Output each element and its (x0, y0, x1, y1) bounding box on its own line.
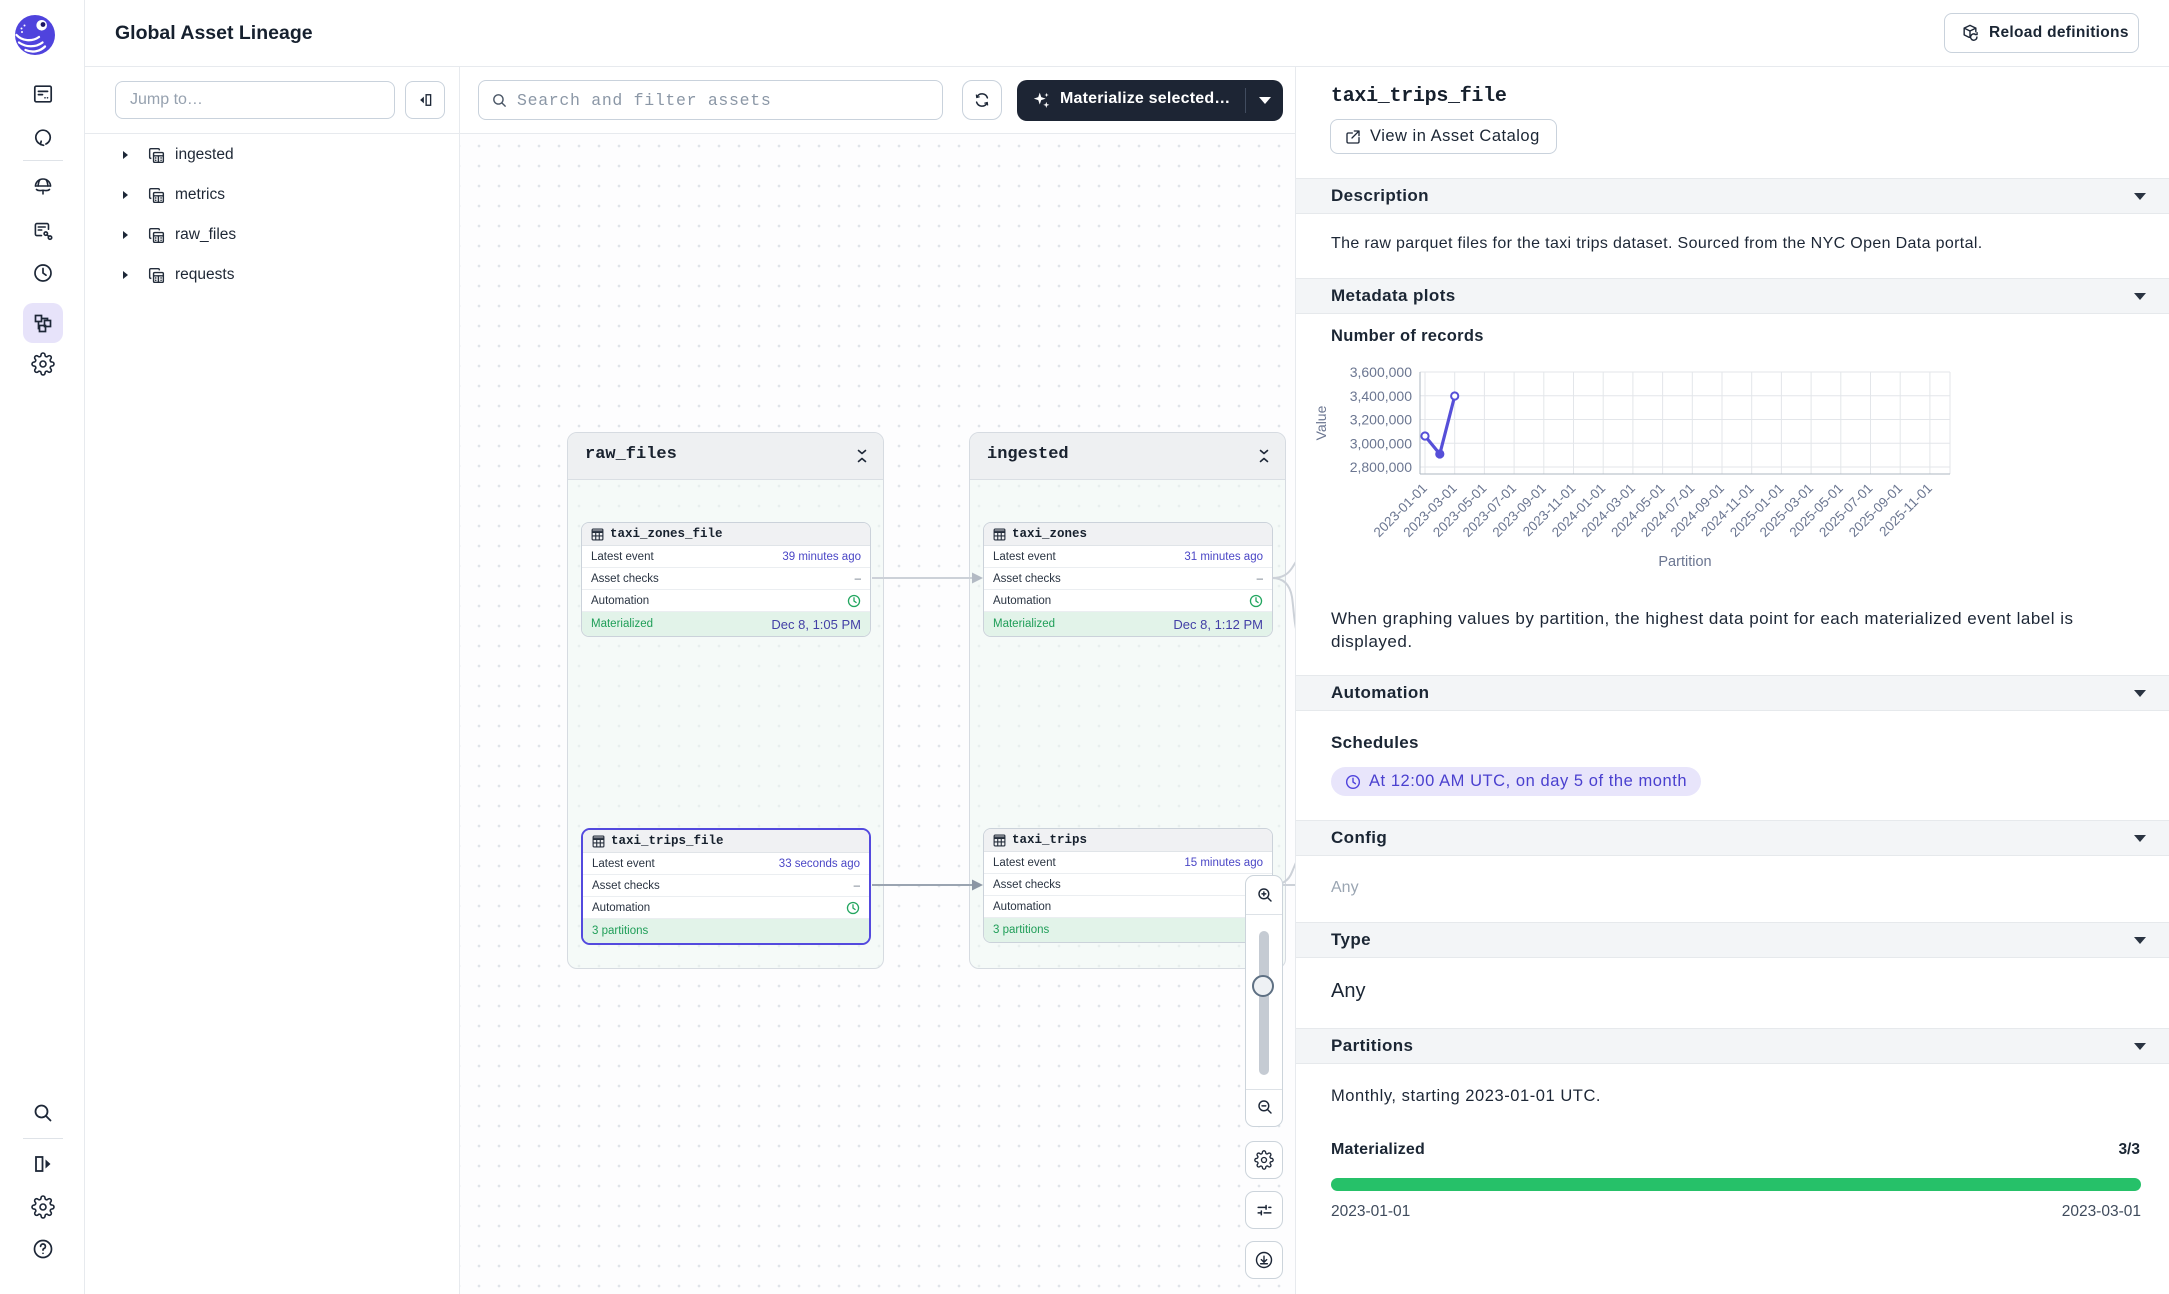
svg-text:Value: Value (1313, 405, 1329, 440)
svg-text:3,000,000: 3,000,000 (1350, 435, 1412, 451)
svg-text:3,400,000: 3,400,000 (1350, 388, 1412, 404)
svg-text:3,200,000: 3,200,000 (1350, 412, 1412, 428)
svg-text:3,600,000: 3,600,000 (1350, 364, 1412, 380)
svg-text:2,800,000: 2,800,000 (1350, 459, 1412, 475)
svg-text:Partition: Partition (1658, 554, 1711, 570)
